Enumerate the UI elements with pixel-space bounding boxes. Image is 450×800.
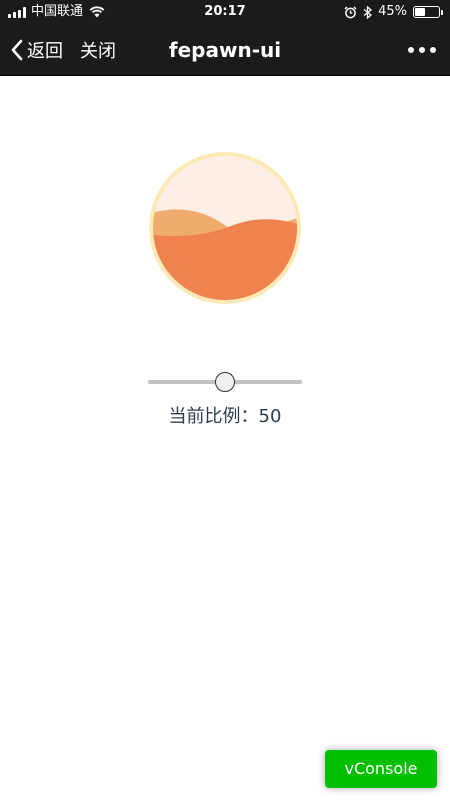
battery-fill: [415, 8, 426, 16]
chevron-left-icon: [11, 39, 23, 61]
ratio-value: 50: [258, 406, 282, 427]
status-bar: 中国联通 20:17 45%: [0, 0, 450, 24]
vconsole-button[interactable]: vConsole: [325, 750, 437, 788]
ratio-label: 当前比例：: [168, 406, 259, 427]
wave-progress-svg: [149, 152, 301, 304]
more-menu-icon[interactable]: [408, 24, 436, 76]
slider-thumb[interactable]: [215, 372, 235, 392]
back-button[interactable]: 返回: [10, 24, 63, 76]
close-button[interactable]: 关闭: [80, 24, 116, 76]
status-right: 45%: [344, 0, 443, 24]
ratio-slider[interactable]: [146, 370, 304, 394]
bluetooth-icon: [363, 5, 373, 19]
ratio-display: 当前比例：50: [0, 402, 450, 428]
wave-progress: [146, 149, 304, 307]
nav-bar: 返回 关闭 fepawn-ui: [0, 24, 450, 76]
alarm-icon: [344, 5, 357, 18]
page-title: fepawn-ui: [168, 38, 282, 62]
battery-percent: 45%: [378, 4, 407, 19]
battery-icon: [413, 6, 443, 18]
back-label: 返回: [27, 41, 63, 62]
